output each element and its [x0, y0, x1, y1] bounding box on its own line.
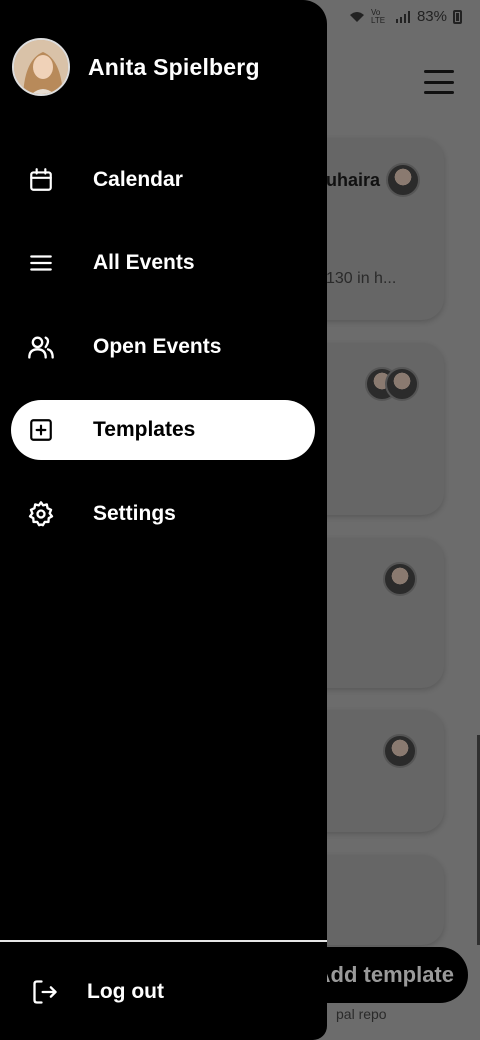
- avatar: [383, 734, 417, 768]
- user-name: Anita Spielberg: [88, 53, 260, 80]
- logout-button[interactable]: Log out: [0, 962, 327, 1022]
- gear-icon: [27, 500, 55, 528]
- avatar: [385, 367, 419, 401]
- avatar: [383, 562, 417, 596]
- avatar: [386, 163, 420, 197]
- menu-icon[interactable]: [424, 70, 454, 94]
- avatar: [12, 38, 70, 96]
- nav-item-open-events[interactable]: Open Events: [11, 317, 315, 377]
- battery-icon: [453, 9, 462, 24]
- nav-item-all-events[interactable]: All Events: [11, 233, 315, 293]
- signal-icon: [395, 10, 410, 23]
- users-icon: [27, 333, 55, 361]
- card-subtitle: 130 in h...: [326, 270, 397, 287]
- nav-item-label: Open Events: [93, 335, 222, 358]
- navigation-drawer: Anita Spielberg Calendar All Events Open…: [0, 0, 327, 1040]
- list-icon: [27, 249, 55, 277]
- logout-label: Log out: [87, 980, 164, 1003]
- footer-text: pal repo: [336, 1006, 387, 1022]
- divider: [0, 940, 327, 942]
- logout-icon: [31, 978, 59, 1006]
- card-name: uhaira: [326, 170, 381, 190]
- nav-item-label: All Events: [93, 251, 195, 274]
- user-profile[interactable]: Anita Spielberg: [12, 38, 260, 96]
- nav-item-label: Settings: [93, 502, 176, 525]
- status-bar: Vo LTE 83%: [349, 8, 462, 25]
- nav-item-templates[interactable]: Templates: [11, 400, 315, 460]
- plus-square-icon: [27, 416, 55, 444]
- calendar-icon: [27, 166, 55, 194]
- nav-item-label: Templates: [93, 418, 196, 441]
- nav-item-label: Calendar: [93, 168, 183, 191]
- battery-percent: 83%: [416, 8, 447, 25]
- nav-item-settings[interactable]: Settings: [11, 484, 315, 544]
- wifi-icon: [349, 11, 364, 22]
- nav-item-calendar[interactable]: Calendar: [11, 150, 315, 210]
- network-indicator: Vo LTE: [370, 7, 386, 25]
